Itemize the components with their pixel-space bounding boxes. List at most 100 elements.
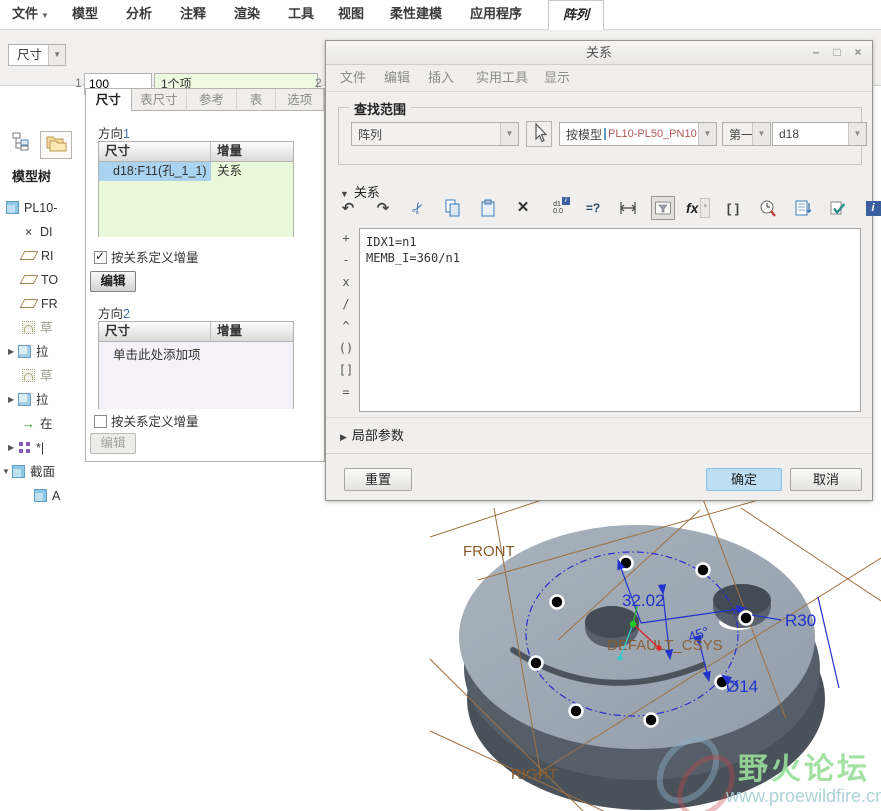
tree-view-tab[interactable] — [6, 131, 38, 159]
minimize-icon[interactable]: – — [806, 41, 826, 63]
relation-increment-checkbox-row2[interactable]: 按关系定义增量 — [94, 415, 199, 429]
cancel-button[interactable]: 取消 — [790, 468, 862, 491]
info-icon[interactable]: i — [861, 196, 881, 220]
local-parameters-header[interactable]: ▶ 局部参数 — [340, 425, 404, 444]
dimension-radius-value[interactable]: R30 — [785, 611, 816, 630]
tab-dimensions[interactable]: 尺寸 — [86, 89, 132, 111]
folder-browser-tab[interactable] — [40, 131, 72, 159]
dimension-cell-selected[interactable]: d18:F11(孔_1_1) — [99, 162, 211, 181]
redo-icon[interactable]: ↷ — [371, 196, 395, 220]
right-plane-label[interactable]: RIGHT — [511, 766, 558, 783]
menu-analysis[interactable]: 分析 — [116, 0, 162, 28]
op-brackets[interactable]: [] — [339, 359, 353, 381]
pattern-type-dropdown[interactable]: 尺寸 ▼ — [8, 44, 66, 66]
expand-icon[interactable]: ▶ — [8, 340, 18, 364]
tree-item-sketch[interactable]: 草 — [22, 363, 53, 387]
delete-icon[interactable]: × — [511, 196, 535, 220]
braces-icon[interactable]: [ ] — [721, 196, 745, 220]
verify-icon[interactable] — [826, 196, 850, 220]
dlg-menu-show[interactable]: 显示 — [544, 64, 570, 91]
tree-item-sections[interactable]: ▼ 截面 — [2, 459, 55, 483]
select-item-button[interactable] — [526, 121, 552, 147]
op-divide[interactable]: / — [342, 293, 349, 315]
find-range-icon[interactable] — [651, 196, 675, 220]
tab-table-dimensions[interactable]: 表尺寸 — [131, 89, 188, 111]
parameter-dropdown[interactable]: d18 ▼ — [772, 122, 867, 146]
front-plane-label[interactable]: FRONT — [463, 543, 515, 560]
dlg-menu-file[interactable]: 文件 — [340, 64, 366, 91]
op-power[interactable]: ^ — [342, 315, 349, 337]
measure-icon[interactable] — [616, 196, 640, 220]
tree-item-plane-top[interactable]: TO — [19, 267, 58, 291]
tree-item-extrude[interactable]: ▶ 拉 — [8, 339, 49, 363]
3d-viewport[interactable]: 32.02 R30 Ø14 45° FRONT RIGHT DEFAULT_CS… — [310, 500, 881, 811]
expand-icon[interactable]: ▶ — [8, 388, 18, 412]
chevron-down-icon[interactable]: ▾ — [700, 198, 710, 218]
op-equals[interactable]: = — [342, 381, 349, 403]
tab-pattern-active[interactable]: 阵列 — [548, 0, 605, 30]
tree-item-part[interactable]: PL10- — [6, 195, 57, 219]
op-minus[interactable]: - — [342, 249, 349, 271]
tree-item-extrude[interactable]: ▶ 拉 — [8, 387, 49, 411]
tab-references[interactable]: 参考 — [187, 89, 237, 111]
ok-button[interactable]: 确定 — [706, 468, 782, 491]
menu-flexible-modeling[interactable]: 柔性建模 — [380, 0, 452, 28]
menu-render[interactable]: 渲染 — [224, 0, 270, 28]
scope-type-dropdown[interactable]: 阵列 ▼ — [351, 122, 519, 146]
tree-icon — [12, 132, 29, 151]
tree-item-sketch[interactable]: 草 — [22, 315, 53, 339]
increment-cell[interactable]: 关系 — [211, 162, 242, 181]
separator — [326, 453, 872, 454]
cut-icon[interactable]: ✂ — [402, 192, 435, 225]
op-multiply[interactable]: x — [342, 271, 349, 293]
direction1-table[interactable]: 尺寸 增量 d18:F11(孔_1_1) 关系 — [98, 141, 294, 237]
copy-icon[interactable] — [441, 196, 465, 220]
function-icon[interactable]: fx ▾ — [686, 196, 710, 220]
relations-editor[interactable]: IDX1=n1 MEMB_I=360/n1 — [359, 228, 861, 412]
collapse-icon[interactable]: ▼ — [2, 460, 12, 484]
checkbox-checked-icon[interactable] — [94, 249, 107, 264]
model-dropdown[interactable]: 按模型 PL10-PL50_PN10 ▼ — [559, 122, 717, 146]
tab-options[interactable]: 选项 — [276, 89, 324, 111]
maximize-icon[interactable]: □ — [827, 41, 847, 63]
dimension-angle-value[interactable]: 32.02 — [622, 591, 665, 610]
undo-icon[interactable]: ↶ — [336, 196, 360, 220]
menu-view[interactable]: 视图 — [328, 0, 374, 28]
insert-dimension-icon[interactable]: d1 0.0 i — [546, 196, 570, 220]
edit-relation-button[interactable]: 编辑 — [90, 271, 136, 292]
menu-applications[interactable]: 应用程序 — [460, 0, 532, 28]
relation-increment-checkbox-row[interactable]: 按关系定义增量 — [94, 249, 199, 265]
add-item-placeholder[interactable]: 单击此处添加项 — [99, 342, 293, 363]
menu-tools[interactable]: 工具 — [278, 0, 324, 28]
tree-item-insert-here[interactable]: → 在 — [22, 411, 53, 435]
op-parentheses[interactable]: () — [339, 337, 353, 359]
dlg-menu-insert[interactable]: 插入 — [428, 64, 454, 91]
instance-dropdown[interactable]: 第一 ▼ — [722, 122, 771, 146]
op-plus[interactable]: + — [342, 227, 349, 249]
tree-item-pattern[interactable]: ▶ *| — [8, 435, 44, 459]
direction2-table[interactable]: 尺寸 增量 单击此处添加项 — [98, 321, 294, 409]
expand-icon[interactable]: ▶ — [8, 436, 18, 460]
chevron-down-icon[interactable]: ▼ — [48, 45, 65, 65]
evaluate-icon[interactable]: =? — [581, 196, 605, 220]
menu-bar: 文件 ▼ 模型 分析 注释 渲染 工具 视图 柔性建模 应用程序 阵列 — [0, 0, 881, 30]
menu-file[interactable]: 文件 ▼ — [2, 0, 59, 28]
checkbox-unchecked-icon[interactable] — [94, 415, 107, 428]
dlg-menu-edit[interactable]: 编辑 — [384, 64, 410, 91]
history-icon[interactable] — [756, 196, 780, 220]
close-icon[interactable]: × — [848, 41, 868, 63]
table-row[interactable]: d18:F11(孔_1_1) 关系 — [99, 162, 293, 181]
tree-item-section-a[interactable]: A — [34, 483, 60, 507]
tree-item-plane-front[interactable]: FR — [19, 291, 58, 315]
menu-model[interactable]: 模型 — [62, 0, 108, 28]
reset-button[interactable]: 重置 — [344, 468, 412, 491]
tree-item-plane-right[interactable]: RI — [19, 243, 54, 267]
tab-tables[interactable]: 表 — [236, 89, 277, 111]
paste-icon[interactable] — [476, 196, 500, 220]
sort-relations-icon[interactable] — [791, 196, 815, 220]
menu-annotate[interactable]: 注释 — [170, 0, 216, 28]
tree-item-csys[interactable]: × DI — [22, 219, 53, 243]
dimension-diameter-value[interactable]: Ø14 — [726, 677, 758, 696]
dlg-menu-utilities[interactable]: 实用工具 — [476, 64, 528, 91]
dialog-title-bar[interactable]: 关系 — [326, 41, 872, 65]
